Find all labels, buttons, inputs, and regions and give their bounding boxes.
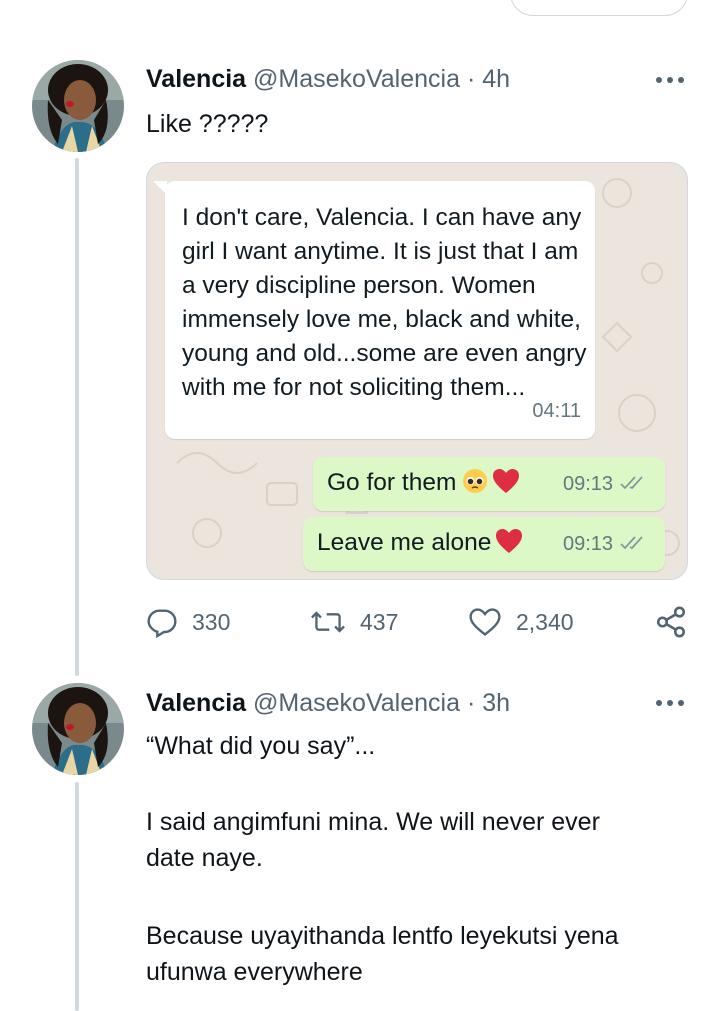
outgoing-message-content: Go for them [327,468,520,498]
retweet-icon [311,611,345,633]
tweet-text: Like ????? [146,110,269,138]
red-heart-icon [496,529,523,553]
outgoing-message: Go for them 09:13 [313,457,665,511]
reply-button[interactable]: 330 [146,602,230,642]
retweet-button[interactable]: 437 [310,602,398,642]
incoming-message: I don't care, Valencia. I can have any g… [153,181,595,439]
thread-page: Valencia @MasekoValencia · 4h Like ????? [0,0,720,1011]
outgoing-message-content: Leave me alone [317,528,523,558]
red-heart-icon [493,469,520,493]
display-name[interactable]: Valencia [146,689,246,717]
heart-icon [469,608,501,636]
time-text: 09:13 [563,533,614,555]
timestamp[interactable]: 4h [482,65,510,93]
tweet-media[interactable]: I don't care, Valencia. I can have any g… [146,162,688,580]
tweet-text-line: Because uyayithanda lentfo leyekutsi yen… [146,922,619,950]
outgoing-message-text: Go for them [327,469,457,496]
retweet-count: 437 [360,608,399,635]
user-handle[interactable]: @MasekoValencia [253,65,460,93]
timestamp[interactable]: 3h [482,689,510,717]
tweet-header: Valencia @MasekoValencia · 4h [146,64,510,94]
more-options-icon[interactable] [654,74,686,86]
incoming-message-time: 04:11 [532,400,581,422]
separator: · [466,65,476,93]
double-check-icon [619,476,643,490]
outgoing-message-time: 09:13 [563,533,649,556]
reply-count: 330 [192,608,231,635]
separator: · [466,689,476,717]
tweet-header: Valencia @MasekoValencia · 3h [146,688,510,718]
share-icon [656,606,686,638]
outgoing-message-time: 09:13 [563,473,649,496]
avatar[interactable] [32,683,124,775]
like-button[interactable]: 2,340 [468,602,574,642]
tweet-text-line: ufunwa everywhere [146,958,363,986]
incoming-message-text: I don't care, Valencia. I can have any g… [182,204,587,401]
user-handle[interactable]: @MasekoValencia [253,689,460,717]
outgoing-message-text: Leave me alone [317,529,492,556]
time-text: 09:13 [563,473,614,495]
follow-button[interactable] [510,0,688,16]
display-name[interactable]: Valencia [146,65,246,93]
double-check-icon [619,536,643,550]
tweet-actions: 330 437 2,340 [146,602,688,642]
tweet-text-line: I said angimfuni mina. We will never eve… [146,808,600,836]
like-count: 2,340 [516,608,574,635]
share-button[interactable] [654,602,688,642]
tweet-text-line: “What did you say”... [146,732,376,760]
thread-connector [75,158,79,676]
bubble-tail [153,181,167,195]
more-options-icon[interactable] [654,697,686,709]
avatar[interactable] [32,60,124,152]
pleading-face-icon [463,469,488,493]
outgoing-message: Leave me alone 09:13 [303,517,665,571]
reply-icon [147,609,177,638]
tweet-text-line: date naye. [146,844,263,872]
thread-connector [75,782,79,1011]
